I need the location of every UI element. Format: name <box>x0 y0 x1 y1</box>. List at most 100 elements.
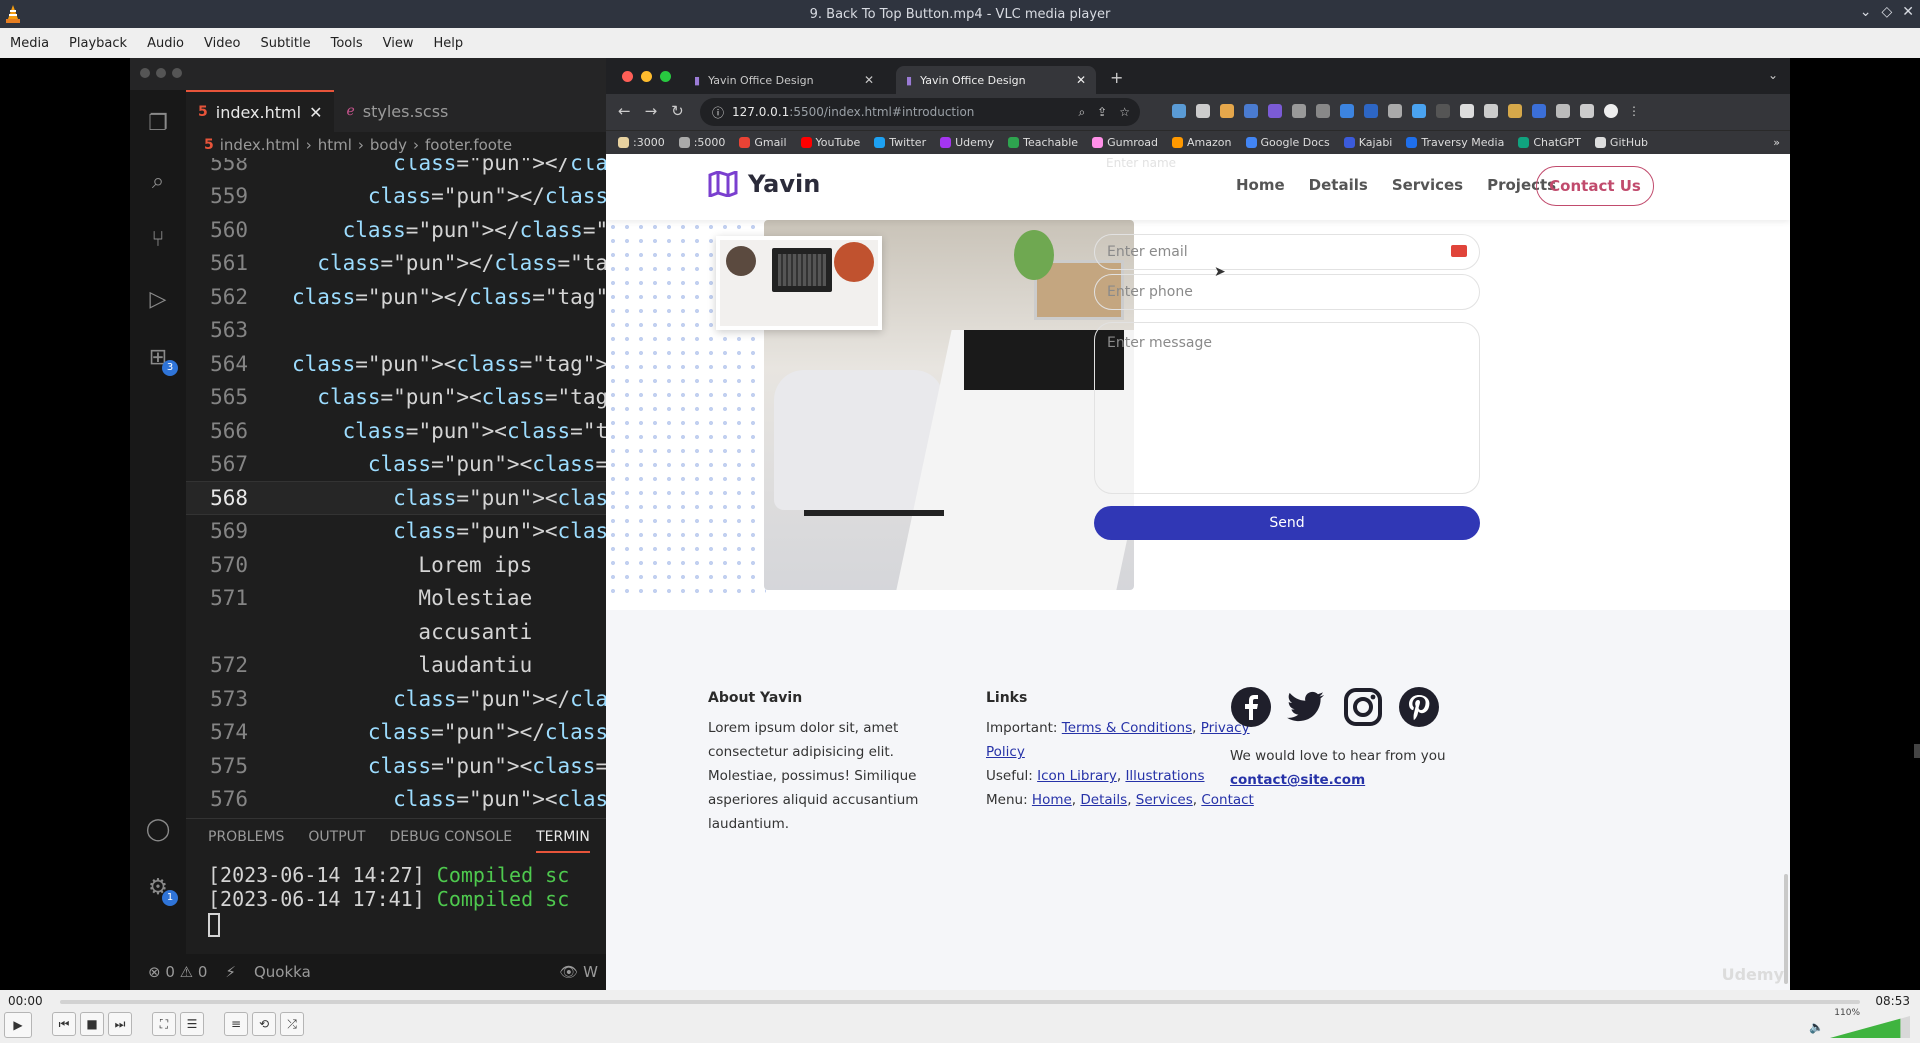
search-icon[interactable]: ⌕ <box>144 168 172 196</box>
menu-audio[interactable]: Audio <box>137 36 194 51</box>
seek-bar[interactable] <box>60 1000 1860 1004</box>
menu-help[interactable]: Help <box>424 36 474 51</box>
code-line[interactable]: 558 class="pun"></class="tag">div> <box>186 158 606 180</box>
terms-link[interactable]: Terms & Conditions <box>1062 720 1192 736</box>
explorer-icon[interactable]: ❐ <box>144 110 172 138</box>
panel-tab-output[interactable]: OUTPUT <box>308 829 365 853</box>
extension-icon[interactable] <box>1388 104 1402 118</box>
email-field[interactable]: Enter email <box>1094 234 1480 270</box>
message-field[interactable]: Enter message <box>1094 322 1480 494</box>
extension-icon[interactable] <box>1316 104 1330 118</box>
browser-tab[interactable]: ▮ Yavin Office Design ✕ <box>684 66 884 94</box>
source-control-icon[interactable]: ⑂ <box>144 226 172 254</box>
footer-details-link[interactable]: Details <box>1080 792 1127 808</box>
code-line[interactable]: 569 class="pun"><class="tag">p> <box>186 515 606 549</box>
footer-email-link[interactable]: contact@site.com <box>1230 772 1365 788</box>
previous-button[interactable]: ⏮ <box>52 1012 76 1036</box>
menu-playback[interactable]: Playback <box>59 36 137 51</box>
menu-tools[interactable]: Tools <box>321 36 373 51</box>
nav-home[interactable]: Home <box>1236 176 1285 194</box>
new-tab-icon[interactable]: + <box>1110 68 1123 87</box>
panel-tab-terminal[interactable]: TERMIN <box>536 829 590 853</box>
extension-icon[interactable] <box>1508 104 1522 118</box>
breadcrumb-item[interactable]: footer.foote <box>425 136 512 154</box>
play-button[interactable]: ▶ <box>4 1012 32 1038</box>
problems-status[interactable]: ⊗ 0 ⚠ 0 <box>148 963 207 981</box>
tab-styles-scss[interactable]: ℯ styles.scss <box>334 90 460 132</box>
extensions-icon[interactable]: ⊞ 3 <box>144 344 178 376</box>
zoom-dot[interactable] <box>660 71 671 82</box>
contact-us-button[interactable]: Contact Us <box>1536 166 1654 206</box>
site-logo[interactable]: Yavin <box>708 170 820 198</box>
bookmark-item[interactable]: :3000 <box>618 136 665 149</box>
menu-subtitle[interactable]: Subtitle <box>250 36 320 51</box>
puzzle-icon[interactable] <box>1556 104 1570 118</box>
reload-icon[interactable]: ↻ <box>671 102 684 120</box>
bookmark-item[interactable]: YouTube <box>800 136 860 149</box>
panel-tab-debug-console[interactable]: DEBUG CONSOLE <box>389 829 512 853</box>
extension-icon[interactable] <box>1412 104 1426 118</box>
illustrations-link[interactable]: Illustrations <box>1125 768 1204 784</box>
minimize-button[interactable]: ⌄ <box>1860 4 1872 20</box>
footer-home-link[interactable]: Home <box>1032 792 1072 808</box>
extension-icon[interactable] <box>1484 104 1498 118</box>
bookmark-item[interactable]: Google Docs <box>1245 136 1330 149</box>
code-line[interactable]: 563 <box>186 314 606 348</box>
next-button[interactable]: ⏭ <box>108 1012 132 1036</box>
breadcrumb-item[interactable]: html <box>318 136 352 154</box>
forward-icon[interactable]: → <box>645 102 658 120</box>
shuffle-button[interactable]: ⤮ <box>280 1012 304 1036</box>
settings-gear-icon[interactable]: ⚙ 1 <box>144 874 178 906</box>
extension-icon[interactable] <box>1220 104 1234 118</box>
site-info-icon[interactable]: ⓘ <box>712 104 724 121</box>
account-icon[interactable]: ◯ <box>144 816 172 844</box>
code-line[interactable]: 567 class="pun"><class="tag">div class=c… <box>186 448 606 482</box>
code-line[interactable]: 568 class="pun"><class="tag">h6>About Y <box>186 481 606 515</box>
bookmark-item[interactable]: Kajabi <box>1343 136 1392 149</box>
send-button[interactable]: Send <box>1094 506 1480 540</box>
url-input[interactable]: ⓘ 127.0.0.1:5500/index.html#introduction… <box>700 98 1140 126</box>
code-line[interactable]: 564 class="pun"><class="tag">footer class… <box>186 347 606 381</box>
bookmarks-overflow-icon[interactable]: » <box>1773 136 1790 149</box>
panel-tab-problems[interactable]: PROBLEMS <box>208 829 284 853</box>
code-line[interactable]: accusanti <box>186 615 606 649</box>
facebook-icon[interactable] <box>1230 686 1272 728</box>
code-line[interactable]: 572 laudantiu <box>186 649 606 683</box>
footer-contact-link[interactable]: Contact <box>1201 792 1254 808</box>
sidebar-icon[interactable] <box>1580 104 1594 118</box>
video-area[interactable]: ❐ ⌕ ⑂ ▷ ⊞ 3 ◯ ⚙ 1 5 index.html ✕ ℯ styles.… <box>0 58 1920 990</box>
bookmark-item[interactable]: Gmail <box>739 136 787 149</box>
zoom-icon[interactable]: ⌕ <box>1078 105 1085 120</box>
profile-avatar[interactable] <box>1604 104 1618 118</box>
run-debug-icon[interactable]: ▷ <box>144 286 172 314</box>
extension-icon[interactable] <box>1436 104 1450 118</box>
code-line[interactable]: 575 class="pun"><class="tag">div class=c… <box>186 749 606 783</box>
extension-icon[interactable] <box>1172 104 1186 118</box>
menu-media[interactable]: Media <box>0 36 59 51</box>
volume-icon[interactable]: 🔈 <box>1809 1020 1824 1034</box>
stop-button[interactable]: ■ <box>80 1012 104 1036</box>
extension-icon[interactable] <box>1292 104 1306 118</box>
nav-services[interactable]: Services <box>1392 176 1463 194</box>
code-line[interactable]: 571 Molestiae <box>186 582 606 616</box>
maximize-button[interactable]: ◇ <box>1881 4 1892 20</box>
code-line[interactable]: 570 Lorem ips <box>186 548 606 582</box>
bookmark-item[interactable]: Amazon <box>1172 136 1232 149</box>
phone-field[interactable]: Enter phone <box>1094 274 1480 310</box>
code-line[interactable]: 576 class="pun"><class="tag">h6>Links</ <box>186 783 606 817</box>
breadcrumb-item[interactable]: body <box>370 136 407 154</box>
bookmark-item[interactable]: GitHub <box>1594 136 1648 149</box>
tab-index-html[interactable]: 5 index.html ✕ <box>186 90 335 132</box>
extension-icon[interactable] <box>1340 104 1354 118</box>
extension-icon[interactable] <box>1196 104 1210 118</box>
tab-close-icon[interactable]: ✕ <box>864 73 874 87</box>
bookmark-item[interactable]: Twitter <box>874 136 926 149</box>
code-line[interactable]: 573 class="pun"></class="tag">p> <box>186 682 606 716</box>
tab-search-icon[interactable]: ⌄ <box>1768 68 1778 82</box>
code-line[interactable]: 559 class="pun"></class="tag">div> <box>186 180 606 214</box>
footer-services-link[interactable]: Services <box>1136 792 1193 808</box>
close-dot[interactable] <box>622 71 633 82</box>
code-line[interactable]: 561 class="pun"></class="tag">div> <box>186 247 606 281</box>
extension-icon[interactable] <box>1268 104 1282 118</box>
icon-library-link[interactable]: Icon Library <box>1037 768 1117 784</box>
